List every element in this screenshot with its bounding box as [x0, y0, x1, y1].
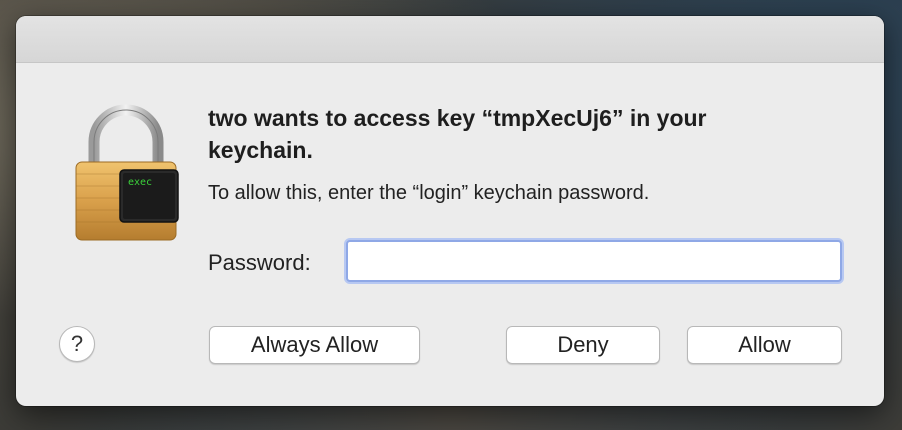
- always-allow-button[interactable]: Always Allow: [209, 326, 420, 364]
- keychain-lock-icon: exec: [75, 104, 179, 241]
- help-button[interactable]: ?: [59, 326, 95, 362]
- deny-button[interactable]: Deny: [506, 326, 660, 364]
- password-input[interactable]: [346, 240, 842, 282]
- password-label: Password:: [208, 250, 311, 275]
- allow-button[interactable]: Allow: [687, 326, 842, 364]
- dialog-message: To allow this, enter the “login” keychai…: [208, 182, 650, 204]
- dialog-heading: two wants to access key “tmpXecUj6” in y…: [208, 105, 707, 163]
- exec-label: exec: [128, 177, 152, 188]
- terminal-exec-icon: exec: [119, 169, 179, 223]
- keychain-access-dialog: exec two wants to access key “tmpXecUj6”…: [16, 16, 884, 406]
- dialog-titlebar: [16, 16, 884, 63]
